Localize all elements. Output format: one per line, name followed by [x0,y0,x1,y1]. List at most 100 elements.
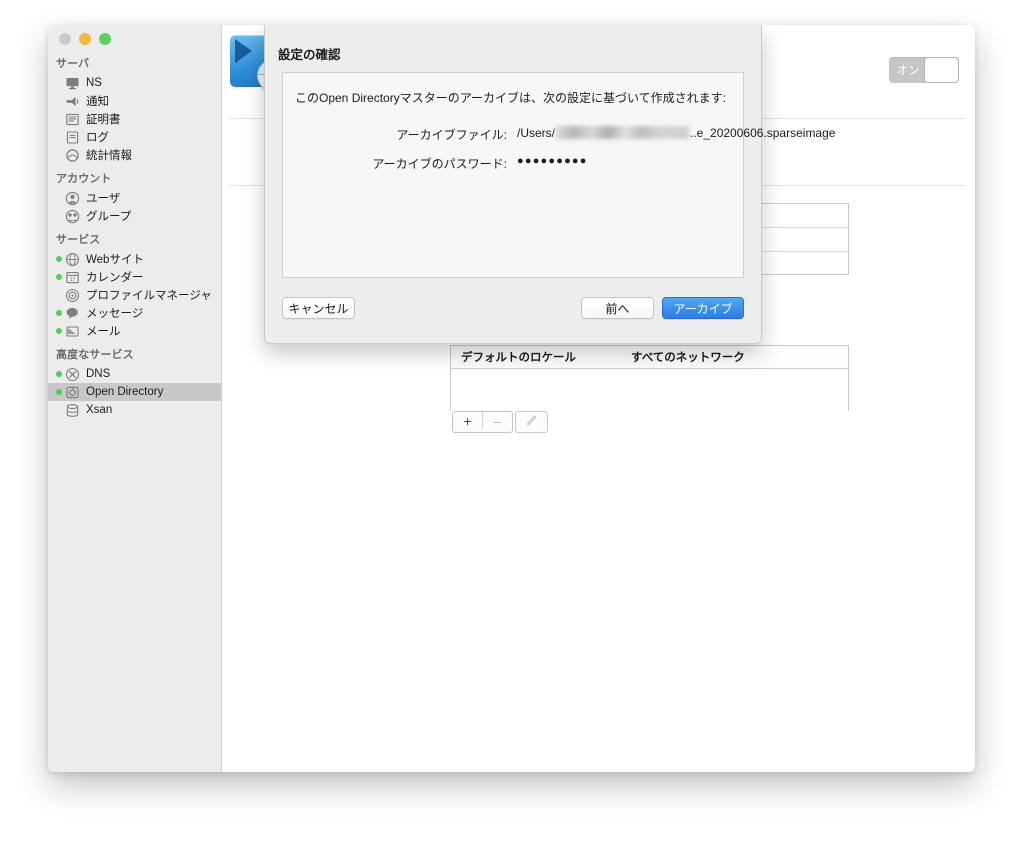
sidebar: サーバ NS 通知証明書ログ統計情報アカウントユーザグループサービス Webサイト 17… [48,25,222,772]
archive-file-prefix: /Users/ [517,126,556,140]
sidebar-item-label: メール [86,326,121,338]
add-button[interactable]: + [453,412,482,430]
megaphone-icon [65,94,80,109]
sidebar-item-ログ[interactable]: ログ [48,128,221,146]
minimize-button[interactable] [79,33,91,45]
locales-table-header: デフォルトのロケール すべてのネットワーク [451,346,848,369]
sheet-intro-text: このOpen Directoryマスターのアーカイブは、次の設定に基づいて作成さ… [295,91,726,105]
log-icon [65,130,80,145]
sidebar-item-xsan[interactable]: Xsan [48,401,221,419]
archive-password-value: ●●●●●●●●● [517,155,588,167]
locales-table-body[interactable] [451,369,848,412]
locales-table[interactable]: デフォルトのロケール すべてのネットワーク [450,345,849,412]
add-remove-segmented-control[interactable]: + – [452,411,513,433]
status-indicator [56,116,62,122]
status-indicator [56,80,62,86]
sidebar-item-dns[interactable]: DNS [48,365,221,383]
sidebar-item-証明書[interactable]: 証明書 [48,110,221,128]
status-indicator [56,371,62,377]
service-toggle[interactable]: オン [889,57,959,83]
user-icon [65,191,80,206]
archive-file-label: アーカイブファイル: [396,128,507,142]
calendar-icon: 17 [65,270,80,285]
sidebar-item-label: 証明書 [86,114,121,126]
sidebar-list: サーバ NS 通知証明書ログ統計情報アカウントユーザグループサービス Webサイト 17… [48,49,221,419]
sidebar-item-label: メッセージ [86,308,144,320]
status-indicator [56,389,62,395]
archive-file-suffix: ..e_20200606.sparseimage [690,126,836,140]
stats-icon [65,148,80,163]
pencil-icon [525,413,538,431]
cancel-button[interactable]: キャンセル [282,297,355,319]
sidebar-item-通知[interactable]: 通知 [48,92,221,110]
sidebar-item-label: ユーザ [86,193,121,205]
dns-icon [65,367,80,382]
xsan-icon [65,403,80,418]
sidebar-item-メッセージ[interactable]: メッセージ [48,304,221,322]
status-indicator [56,152,62,158]
status-indicator [56,274,62,280]
status-indicator [56,134,62,140]
sidebar-section-header: サーバ [56,58,90,70]
column-header-default-locale: デフォルトのロケール [461,352,576,364]
sidebar-item-統計情報[interactable]: 統計情報 [48,146,221,164]
status-indicator [56,256,62,262]
sidebar-section-header: 高度なサービス [56,349,134,361]
sidebar-item-label: Webサイト [86,254,144,266]
close-button[interactable] [59,33,71,45]
sidebar-item-label: ログ [86,132,109,144]
screen: サーバ NS 通知証明書ログ統計情報アカウントユーザグループサービス Webサイト 17… [0,0,1024,842]
redacted-path-segment [556,126,690,139]
sheet-title: 設定の確認 [278,48,341,62]
sidebar-item-label: Xsan [86,404,113,416]
sidebar-item-label: グループ [86,211,132,223]
window-controls [59,33,111,45]
archive-button[interactable]: アーカイブ [662,297,744,319]
sidebar-item-メール[interactable]: メール [48,322,221,340]
back-button[interactable]: 前へ [581,297,654,319]
status-indicator [56,292,62,298]
sidebar-section-header: サービス [56,234,101,246]
sidebar-item-グループ[interactable]: グループ [48,207,221,225]
archive-file-value: /Users/ ..e_20200606.sparseimage [517,126,835,140]
display-icon [65,76,80,91]
svg-text:17: 17 [70,277,76,283]
certificate-icon [65,112,80,127]
sidebar-item-ユーザ[interactable]: ユーザ [48,189,221,207]
open-directory-icon [65,385,80,400]
column-header-all-networks: すべてのネットワーク [631,352,745,364]
zoom-button[interactable] [99,33,111,45]
sidebar-item-webサイト[interactable]: Webサイト [48,250,221,268]
mail-icon [65,324,80,339]
sidebar-item-label: カレンダー [86,272,144,284]
status-indicator [56,310,62,316]
sidebar-section-header: アカウント [56,173,112,185]
status-indicator [56,195,62,201]
status-indicator [56,213,62,219]
message-icon [65,306,80,321]
service-toggle-label: オン [896,65,920,77]
sidebar-item-プロファイルマネージャ[interactable]: プロファイルマネージャ [48,286,221,304]
sidebar-item-ns[interactable]: NS [48,74,221,92]
sidebar-item-label: NS [86,77,102,89]
edit-button[interactable] [515,411,548,433]
sidebar-item-open-directory[interactable]: Open Directory [48,383,221,401]
sidebar-item-label: 統計情報 [86,150,132,162]
status-indicator [56,407,62,413]
service-toggle-knob[interactable] [924,57,959,83]
groups-icon [65,209,80,224]
sidebar-item-label: プロファイルマネージャ [86,290,212,302]
sheet-content-box: このOpen Directoryマスターのアーカイブは、次の設定に基づいて作成さ… [282,72,835,278]
archive-password-label: アーカイブのパスワード: [372,157,507,171]
globe-icon [65,252,80,267]
remove-button[interactable]: – [482,412,512,430]
confirm-settings-sheet: 設定の確認 このOpen Directoryマスターのアーカイブは、次の設定に基… [264,25,835,344]
status-indicator [56,328,62,334]
sidebar-item-カレンダー[interactable]: 17 カレンダー [48,268,221,286]
sidebar-item-label: 通知 [86,96,109,108]
sidebar-item-label: Open Directory [86,386,164,398]
sidebar-item-label: DNS [86,368,111,380]
profile-icon [65,288,80,303]
status-indicator [56,98,62,104]
server-app-window: サーバ NS 通知証明書ログ統計情報アカウントユーザグループサービス Webサイト 17… [48,25,975,772]
